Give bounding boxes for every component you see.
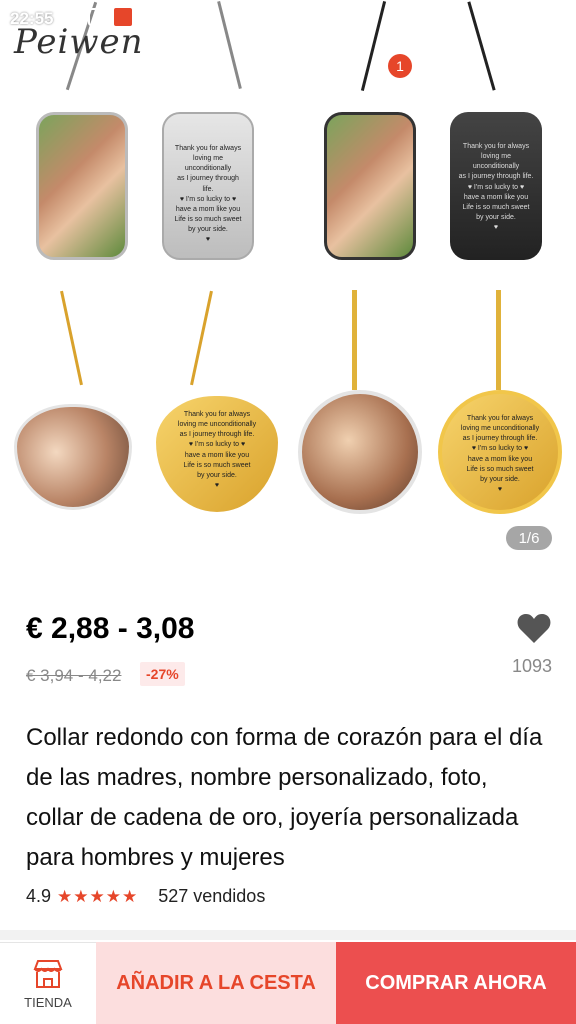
- photo-dogtag-pendant: [36, 112, 128, 260]
- system-icons: 30: [479, 9, 566, 27]
- original-price: € 3,94 - 4,22: [26, 666, 122, 685]
- add-to-cart-button[interactable]: AÑADIR A LA CESTA: [96, 942, 336, 1024]
- store-label: TIENDA: [24, 995, 72, 1010]
- status-time: 22:55: [10, 9, 54, 28]
- whatsapp-icon: [62, 8, 80, 26]
- sold-count: 527 vendidos: [158, 886, 266, 906]
- wishlist-count: 1093: [512, 656, 553, 676]
- engraved-steel-dogtag: Thank you for always loving me unconditio…: [162, 112, 254, 260]
- cart-count-badge: 1: [388, 54, 412, 78]
- necklace-chain: [60, 290, 83, 386]
- photo-dogtag-pendant: [324, 112, 416, 260]
- more-options-button[interactable]: [518, 64, 558, 104]
- necklace-chain: [352, 290, 357, 390]
- buy-now-button[interactable]: COMPRAR AHORA: [336, 942, 576, 1024]
- engraved-black-dogtag: Thank you for always loving me unconditio…: [450, 112, 542, 260]
- engraving-text: Thank you for always loving me unconditio…: [177, 411, 257, 489]
- back-button[interactable]: [24, 64, 64, 104]
- photo-heart-pendant: [14, 404, 132, 510]
- bottom-action-bar: TIENDA AÑADIR A LA CESTA COMPRAR AHORA: [0, 942, 576, 1024]
- rating-row: 4.9 ★★★★★ 527 vendidos: [26, 886, 265, 907]
- store-button[interactable]: TIENDA: [0, 942, 96, 1024]
- notification-icon: [88, 8, 106, 26]
- rating-value: 4.9: [26, 886, 52, 906]
- battery-indicator: 30: [536, 9, 566, 27]
- product-title: Collar redondo con forma de corazón para…: [26, 724, 543, 871]
- share-icon: [448, 71, 472, 97]
- photo-round-pendant: [298, 390, 422, 514]
- store-icon: [33, 960, 63, 988]
- image-counter: 1/6: [506, 526, 552, 550]
- section-divider: [0, 930, 576, 940]
- cart-button[interactable]: 1: [364, 54, 412, 104]
- engraved-gold-heart-pendant: Thank you for always loving me unconditio…: [156, 396, 278, 512]
- app-notification-icon: [114, 8, 132, 26]
- discount-badge: -27%: [140, 662, 185, 686]
- engraved-gold-round-pendant: Thank you for always loving me unconditio…: [438, 390, 562, 514]
- necklace-chain: [496, 290, 501, 390]
- price: € 2,88 - 3,08: [26, 612, 195, 645]
- engraving-text: Thank you for always loving me unconditio…: [458, 143, 534, 232]
- top-navigation: 1: [0, 54, 576, 112]
- product-image-gallery[interactable]: Thank you for always loving me unconditio…: [0, 0, 576, 580]
- share-button[interactable]: [440, 64, 480, 104]
- more-vertical-icon: [535, 71, 541, 97]
- star-icon: ★★★★★: [57, 886, 139, 906]
- signal-icon: [479, 12, 498, 26]
- necklace-chain: [190, 290, 213, 386]
- wifi-icon: [507, 11, 528, 26]
- heart-icon[interactable]: [516, 610, 552, 646]
- notification-icons: [62, 8, 132, 26]
- engraving-text: Thank you for always loving me unconditio…: [174, 145, 242, 244]
- status-bar: 22:55 30: [0, 0, 576, 36]
- engraving-text: Thank you for always loving me unconditio…: [460, 415, 540, 493]
- back-arrow-icon: [30, 72, 56, 96]
